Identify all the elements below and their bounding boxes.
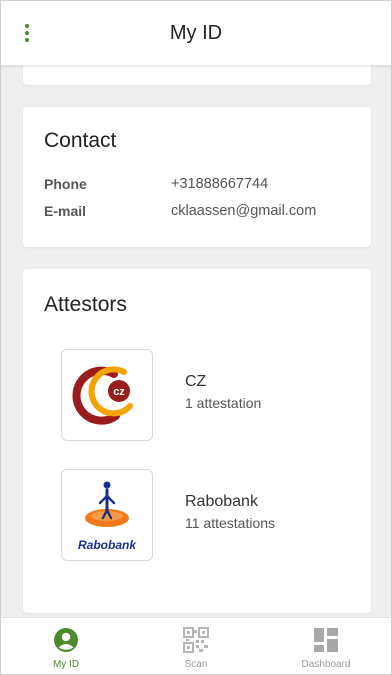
- app-screen: My ID Contact Phone +31888667744 E-mail …: [0, 0, 392, 675]
- contact-title: Contact: [44, 129, 117, 152]
- attestor-name: CZ: [185, 373, 207, 390]
- qr-code-icon: [183, 627, 209, 653]
- main-content[interactable]: Contact Phone +31888667744 E-mail cklaas…: [1, 65, 391, 619]
- page-title: My ID: [169, 22, 223, 44]
- svg-text:cz: cz: [113, 386, 125, 398]
- attestation-count: 11 attestations: [185, 515, 276, 531]
- email-value: cklaassen@gmail.com: [171, 203, 317, 219]
- nav-item-dashboard[interactable]: Dashboard: [261, 618, 391, 674]
- phone-label: Phone: [44, 176, 87, 192]
- contact-row-email: E-mail cklaassen@gmail.com: [44, 203, 361, 225]
- rabobank-logo-text: Rabobank: [78, 538, 137, 552]
- app-header: My ID: [1, 1, 391, 65]
- attestor-item-rabobank[interactable]: Rabobank Rabobank 11 attestations: [61, 469, 351, 561]
- contact-card: Contact Phone +31888667744 E-mail cklaas…: [23, 107, 371, 247]
- nav-item-my-id[interactable]: My ID: [1, 618, 131, 674]
- bottom-navigation: My ID Scan Dashboard: [1, 617, 391, 674]
- nav-label: Scan: [184, 659, 208, 670]
- contact-row-phone: Phone +31888667744: [44, 176, 361, 198]
- email-label: E-mail: [44, 203, 87, 219]
- attestors-title: Attestors: [44, 293, 127, 316]
- cz-logo: cz: [61, 349, 153, 441]
- attestors-card: Attestors cz CZ 1 attestation Rabobank R…: [23, 269, 371, 613]
- attestor-item-cz[interactable]: cz CZ 1 attestation: [61, 349, 351, 441]
- nav-item-scan[interactable]: Scan: [131, 618, 261, 674]
- attestor-name: Rabobank: [185, 493, 258, 510]
- nav-label: Dashboard: [301, 659, 351, 670]
- profile-icon: [54, 628, 78, 652]
- nav-label: My ID: [52, 659, 80, 670]
- dashboard-icon: [314, 628, 338, 652]
- attestation-count: 1 attestation: [185, 395, 262, 411]
- rabobank-logo: Rabobank: [61, 469, 153, 561]
- phone-value: +31888667744: [171, 176, 269, 192]
- previous-card: [23, 65, 371, 85]
